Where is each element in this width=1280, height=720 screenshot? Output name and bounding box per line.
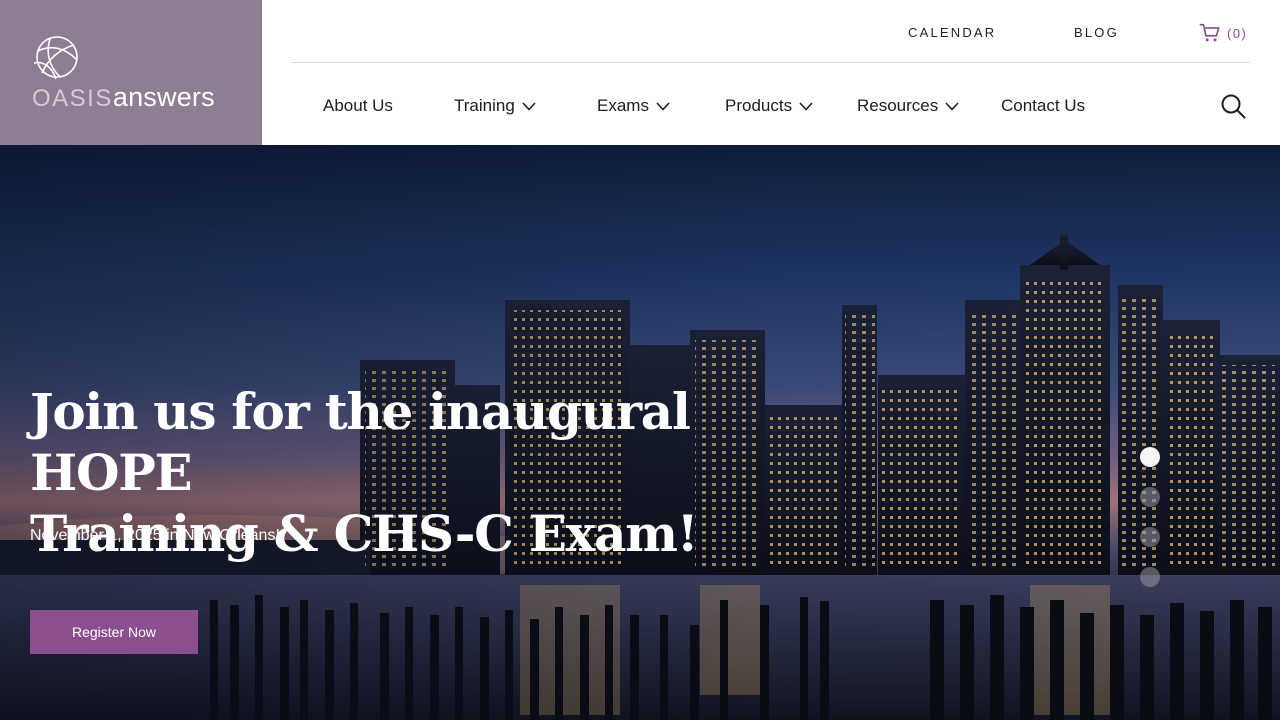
nav-about-us[interactable]: About Us [323,96,393,116]
logo-answers-text: answers [112,82,215,112]
logo-wordmark: OASISanswers [32,82,215,114]
main-navigation: About Us Training Exams Products Resourc… [262,63,1280,145]
search-icon[interactable] [1220,93,1246,119]
logo-oasis-text: OASIS [32,85,113,112]
logo-mark-icon [33,36,78,80]
register-now-button[interactable]: Register Now [30,610,198,654]
blog-link[interactable]: BLOG [1074,25,1119,40]
logo[interactable]: OASISanswers [0,0,262,145]
hero-subtitle: November 1, 2025 in New Orleans! [30,527,280,544]
chevron-down-icon [799,101,813,111]
cart-count: (0) [1227,25,1248,41]
chevron-down-icon [522,101,536,111]
utility-bar: CALENDAR BLOG (0) [292,0,1250,63]
slide-dot-4[interactable] [1140,567,1160,587]
hero-banner: Join us for the inaugural HOPE Training … [0,145,1280,720]
nav-training[interactable]: Training [454,96,536,116]
chevron-down-icon [656,101,670,111]
nav-contact-us-label: Contact Us [1001,96,1086,115]
cart-button[interactable]: (0) [1199,22,1247,44]
site-header: CALENDAR BLOG (0) About Us Training Exam… [262,0,1280,145]
slider-pagination [1140,447,1160,607]
chevron-down-icon [945,101,959,111]
cart-icon [1199,23,1220,42]
hero-title-line-1: Join us for the inaugural HOPE [30,382,691,502]
slide-dot-2[interactable] [1140,487,1160,507]
nav-resources[interactable]: Resources [857,96,959,116]
slide-dot-1[interactable] [1140,447,1160,467]
nav-products-label: Products [725,96,793,115]
nav-about-us-label: About Us [323,96,393,115]
nav-exams-label: Exams [597,96,649,115]
slide-dot-3[interactable] [1140,527,1160,547]
nav-training-label: Training [454,96,515,115]
nav-resources-label: Resources [857,96,939,115]
nav-contact-us[interactable]: Contact Us [1001,96,1085,116]
nav-exams[interactable]: Exams [597,96,670,116]
nav-products[interactable]: Products [725,96,813,116]
calendar-link[interactable]: CALENDAR [908,25,996,40]
